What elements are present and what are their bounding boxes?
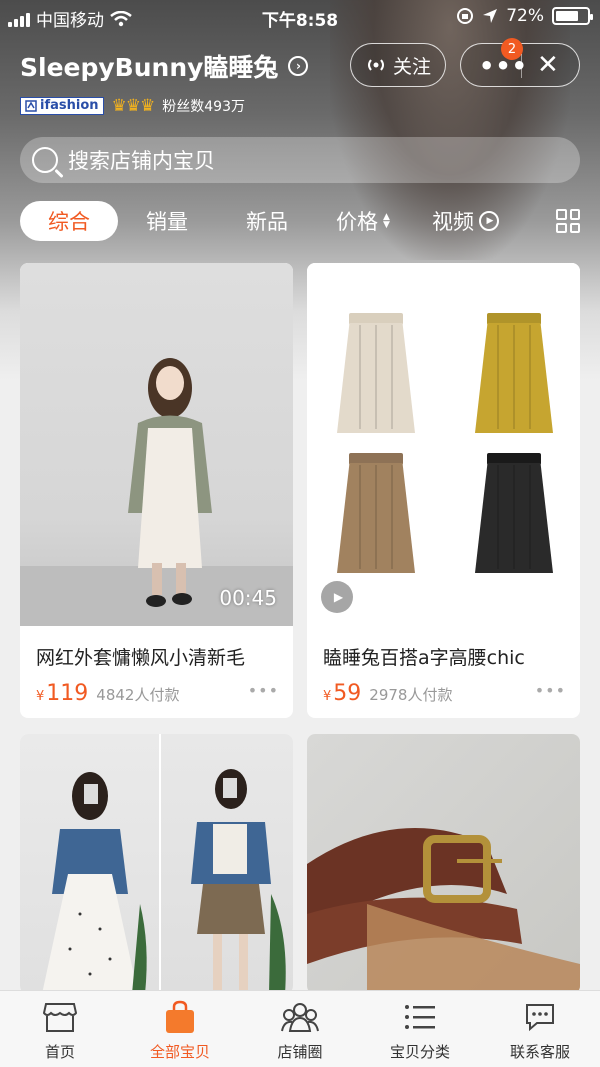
play-circle-icon: ▶ xyxy=(479,211,499,231)
grid-view-icon[interactable] xyxy=(556,209,580,233)
product-image xyxy=(161,734,293,994)
product-price: 59 xyxy=(333,681,362,706)
bag-icon xyxy=(166,1000,194,1033)
tab-new[interactable]: 新品 xyxy=(246,201,288,241)
product-card[interactable] xyxy=(307,734,580,994)
battery-percent: 72% xyxy=(506,6,544,26)
model-photo xyxy=(128,358,212,607)
product-card[interactable]: ▶ 瞌睡兔百搭a字高腰chic ¥ 59 2978人付款 ••• xyxy=(307,263,580,718)
product-title: 瞌睡兔百搭a字高腰chic xyxy=(323,647,525,669)
search-icon xyxy=(32,147,58,173)
ifashion-logo-icon xyxy=(25,100,37,112)
sort-tabs: 综合 销量 新品 价格 ▲ ▼ 视频 ▶ xyxy=(20,201,580,241)
more-icon[interactable]: ••• xyxy=(535,681,566,700)
product-card[interactable] xyxy=(20,734,293,994)
broadcast-icon xyxy=(367,59,384,71)
tab-sales[interactable]: 销量 xyxy=(146,201,188,241)
sort-arrows-icon: ▲ ▼ xyxy=(383,212,390,230)
nav-customer-service[interactable]: 联系客服 xyxy=(480,999,600,1062)
tab-video[interactable]: 视频 ▶ xyxy=(432,201,499,241)
chat-icon xyxy=(526,1004,554,1032)
price-row: ¥ 59 2978人付款 xyxy=(323,681,565,706)
product-image: ▶ xyxy=(307,263,580,626)
more-icon[interactable]: ••• xyxy=(248,681,279,700)
follow-label: 关注 xyxy=(392,55,431,78)
product-price: 119 xyxy=(46,681,89,706)
nav-all-items[interactable]: 全部宝贝 xyxy=(120,999,240,1062)
close-icon[interactable]: ✕ xyxy=(537,50,559,80)
chevron-right-icon: › xyxy=(288,56,309,76)
shop-icon xyxy=(43,1003,77,1032)
belt-photo xyxy=(307,828,580,994)
skirt-black xyxy=(475,453,553,573)
skirt-mustard xyxy=(475,313,553,433)
battery-icon xyxy=(552,7,593,25)
video-duration: 00:45 xyxy=(219,586,277,610)
currency-symbol: ¥ xyxy=(323,689,332,704)
model-photo xyxy=(42,772,147,994)
status-bar: 中国移动 下午8:58 72% xyxy=(0,0,600,34)
sales-count: 4842人付款 xyxy=(96,686,180,704)
product-card[interactable]: 00:45 网红外套慵懒风小清新毛 ¥ 119 4842人付款 ••• xyxy=(20,263,293,718)
nav-home[interactable]: 首页 xyxy=(0,999,120,1062)
product-title: 网红外套慵懒风小清新毛 xyxy=(36,647,246,669)
search-bar[interactable]: 搜索店铺内宝贝 xyxy=(20,137,580,183)
tab-price[interactable]: 价格 ▲ ▼ xyxy=(336,201,390,241)
miniapp-capsule: ••• 2 ✕ xyxy=(460,38,580,87)
search-placeholder: 搜索店铺内宝贝 xyxy=(68,149,215,173)
shop-meta: ifashion ♛♛♛ 粉丝数493万 xyxy=(20,96,245,116)
product-image xyxy=(20,734,159,994)
currency-symbol: ¥ xyxy=(36,689,45,704)
people-icon xyxy=(281,1003,319,1032)
ifashion-badge: ifashion xyxy=(20,97,104,115)
play-icon[interactable]: ▶ xyxy=(321,581,353,613)
follower-count: 粉丝数493万 xyxy=(162,99,245,115)
location-icon xyxy=(483,9,498,23)
sales-count: 2978人付款 xyxy=(369,686,453,704)
list-icon xyxy=(405,1005,435,1029)
orientation-lock-icon xyxy=(457,8,474,24)
shop-name-label: SleepyBunny瞌睡兔 xyxy=(20,53,279,82)
skirt-brown xyxy=(337,453,415,573)
nav-shop-circle[interactable]: 店铺圈 xyxy=(240,999,360,1062)
product-image: 00:45 xyxy=(20,263,293,626)
bottom-nav: 首页 全部宝贝 店铺圈 宝贝分类 联系客服 xyxy=(0,990,600,1067)
skirt-beige xyxy=(337,313,415,433)
price-row: ¥ 119 4842人付款 xyxy=(36,681,278,706)
shop-title[interactable]: SleepyBunny瞌睡兔 › xyxy=(20,48,309,84)
notification-badge: 2 xyxy=(501,38,523,60)
model-photo xyxy=(191,769,286,994)
capsule-divider xyxy=(521,54,522,78)
nav-categories[interactable]: 宝贝分类 xyxy=(360,999,480,1062)
tab-comprehensive[interactable]: 综合 xyxy=(20,201,118,241)
crown-rating-icon: ♛♛♛ xyxy=(111,96,156,116)
follow-button[interactable]: 关注 xyxy=(350,43,446,87)
